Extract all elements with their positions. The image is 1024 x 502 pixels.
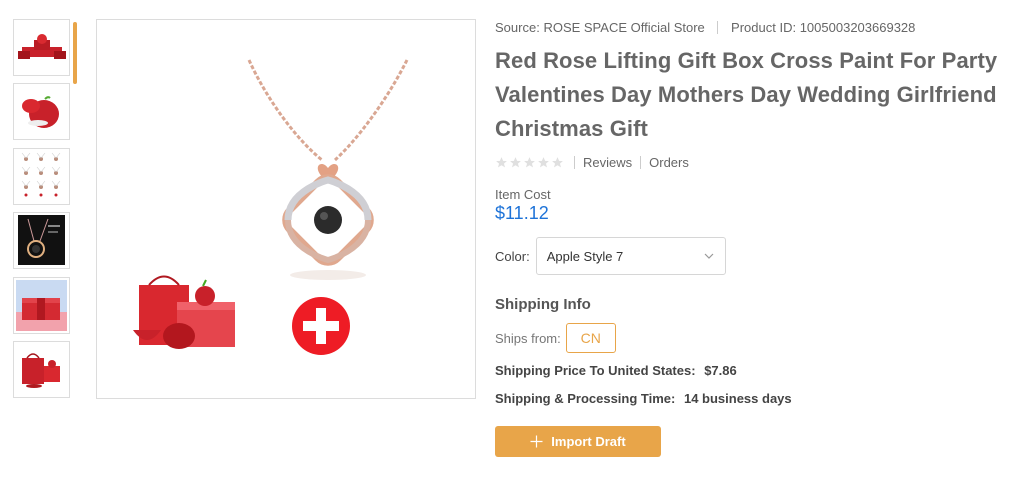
color-select[interactable]: Apple Style 7 (535, 237, 726, 275)
star-icon (496, 156, 507, 167)
product-title: Red Rose Lifting Gift Box Cross Paint Fo… (495, 48, 998, 141)
item-cost-label: Item Cost (495, 187, 551, 202)
source-store: ROSE SPACE Official Store (543, 20, 705, 35)
source-label: Source: (495, 20, 540, 35)
star-icon (552, 156, 563, 167)
shipping-time-value: 14 business days (683, 391, 792, 406)
import-draft-button[interactable]: Import Draft (495, 426, 661, 457)
product-id: 1005003203669328 (799, 20, 916, 35)
chevron-down-icon (704, 253, 714, 259)
shipping-price-row: Shipping Price To United States: $7.86 (495, 362, 1015, 380)
rating-row: Reviews Orders (495, 152, 1015, 172)
color-row: Color: Apple Style 7 (495, 237, 1015, 275)
rating-stars (495, 156, 564, 169)
star-icon (538, 156, 549, 167)
shipping-title: Shipping Info (495, 296, 591, 313)
thumbnail-1[interactable] (13, 19, 70, 76)
thumbnail-5[interactable] (13, 277, 70, 334)
item-cost-value: $11.12 (495, 203, 549, 223)
reviews-link[interactable]: Reviews (583, 155, 632, 170)
plus-icon (530, 435, 543, 448)
color-label: Color: (495, 248, 530, 264)
thumbnail-6[interactable] (13, 341, 70, 398)
source-meta: Source: ROSE SPACE Official Store Produc… (495, 18, 1015, 38)
thumbnail-2[interactable] (13, 83, 70, 140)
color-selected-value: Apple Style 7 (546, 248, 624, 264)
star-icon (524, 156, 535, 167)
product-info: Source: ROSE SPACE Official Store Produc… (495, 18, 1015, 457)
star-icon (510, 156, 521, 167)
thumbnail-scrollbar[interactable] (73, 22, 77, 84)
shipping-time-row: Shipping & Processing Time: 14 business … (495, 390, 1015, 408)
main-product-image (96, 19, 476, 399)
orders-link[interactable]: Orders (649, 155, 689, 170)
shipping-price-value: $7.86 (704, 363, 737, 378)
rating-divider (574, 155, 575, 169)
meta-divider (717, 21, 719, 34)
product-id-label: Product ID: (731, 20, 797, 35)
ships-from-chip[interactable]: CN (565, 323, 616, 353)
thumbnail-list (13, 19, 77, 399)
shipping-price-label: Shipping Price To United States: (495, 363, 696, 378)
ships-from-row: Ships from: CN (495, 323, 1015, 353)
thumbnail-4[interactable] (13, 212, 70, 269)
import-draft-label: Import Draft (551, 434, 626, 449)
shipping-time-label: Shipping & Processing Time: (495, 391, 676, 406)
rating-divider (640, 155, 642, 169)
thumbnail-3[interactable] (13, 148, 70, 205)
ships-from-label: Ships from: (495, 330, 561, 346)
